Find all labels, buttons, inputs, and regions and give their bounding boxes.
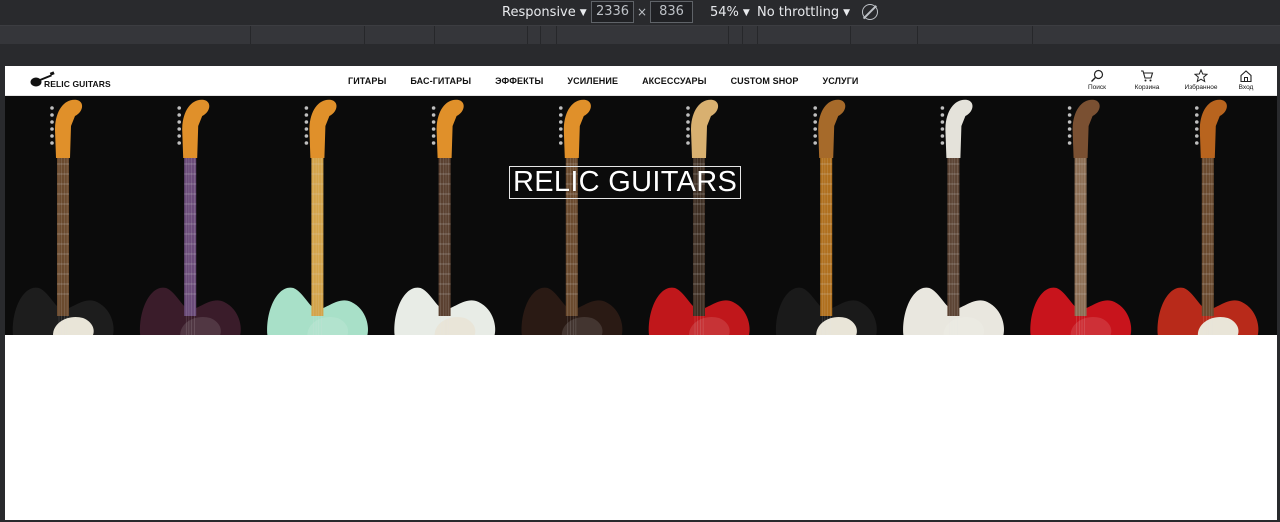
dimension-separator: ×: [637, 5, 648, 19]
guitar-3: [267, 99, 369, 335]
star-icon: [1194, 69, 1208, 83]
main-nav: ГИТАРЫ БАС-ГИТАРЫ ЭФФЕКТЫ УСИЛЕНИЕ АКСЕС…: [348, 66, 882, 96]
chevron-down-icon: ▼: [843, 8, 850, 18]
login-button[interactable]: Вход: [1226, 69, 1266, 91]
logo-text: RELIC GUITARS: [44, 79, 111, 89]
guitars-hero-image: [12, 99, 1259, 335]
page-viewport: RELIC GUITARS ГИТАРЫ БАС-ГИТАРЫ ЭФФЕКТЫ …: [5, 66, 1277, 520]
guitar-2: [139, 99, 241, 335]
nav-item-effects[interactable]: ЭФФЕКТЫ: [495, 76, 543, 86]
nav-item-amplification[interactable]: УСИЛЕНИЕ: [567, 76, 618, 86]
rotate-icon[interactable]: [862, 4, 878, 20]
hero-title: RELIC GUITARS: [509, 166, 742, 199]
device-mode-label: Responsive: [502, 5, 576, 20]
home-icon: [1240, 70, 1252, 83]
login-label: Вход: [1238, 84, 1254, 91]
zoom-dropdown[interactable]: 54% ▼: [710, 4, 750, 21]
throttling-label: No throttling: [757, 5, 840, 20]
viewport-margin: [0, 44, 1280, 66]
guitar-8: [903, 99, 1005, 335]
search-label: Поиск: [1087, 84, 1106, 91]
guitar-10: [1157, 99, 1259, 335]
site-header: RELIC GUITARS ГИТАРЫ БАС-ГИТАРЫ ЭФФЕКТЫ …: [5, 66, 1277, 96]
nav-item-bass-guitars[interactable]: БАС-ГИТАРЫ: [410, 76, 471, 86]
device-mode-dropdown[interactable]: Responsive ▼: [502, 4, 587, 21]
viewport-width-input[interactable]: 2336: [591, 1, 634, 23]
zoom-label: 54%: [710, 5, 739, 20]
hero-banner: RELIC GUITARS: [5, 96, 1277, 335]
cart-button[interactable]: Корзина: [1127, 69, 1167, 91]
cart-label: Корзина: [1134, 84, 1160, 91]
media-query-ruler[interactable]: [0, 25, 1280, 45]
favorites-label: Избранное: [1184, 84, 1218, 91]
chevron-down-icon: ▼: [742, 8, 750, 18]
throttling-dropdown[interactable]: No throttling ▼: [757, 4, 850, 21]
nav-item-custom-shop[interactable]: CUSTOM SHOP: [731, 76, 799, 86]
guitar-7: [775, 99, 877, 335]
nav-item-services[interactable]: УСЛУГИ: [823, 76, 859, 86]
nav-item-guitars[interactable]: ГИТАРЫ: [348, 76, 386, 86]
guitar-4: [394, 99, 496, 335]
search-button[interactable]: Поиск: [1077, 69, 1117, 91]
guitar-5: [521, 99, 623, 335]
viewport-height-input[interactable]: 836: [650, 1, 693, 23]
cart-icon: [1141, 70, 1154, 82]
guitar-6: [648, 99, 750, 335]
favorites-button[interactable]: Избранное: [1176, 69, 1226, 91]
guitar-1: [12, 99, 114, 335]
guitar-9: [1030, 99, 1132, 335]
devtools-toolbar: Responsive ▼ 2336 × 836 54% ▼ No throttlin…: [0, 0, 1280, 25]
search-icon: [1091, 69, 1104, 82]
page-content: [5, 335, 1277, 520]
chevron-down-icon: ▼: [579, 8, 587, 18]
nav-item-accessories[interactable]: АКСЕССУАРЫ: [642, 76, 707, 86]
